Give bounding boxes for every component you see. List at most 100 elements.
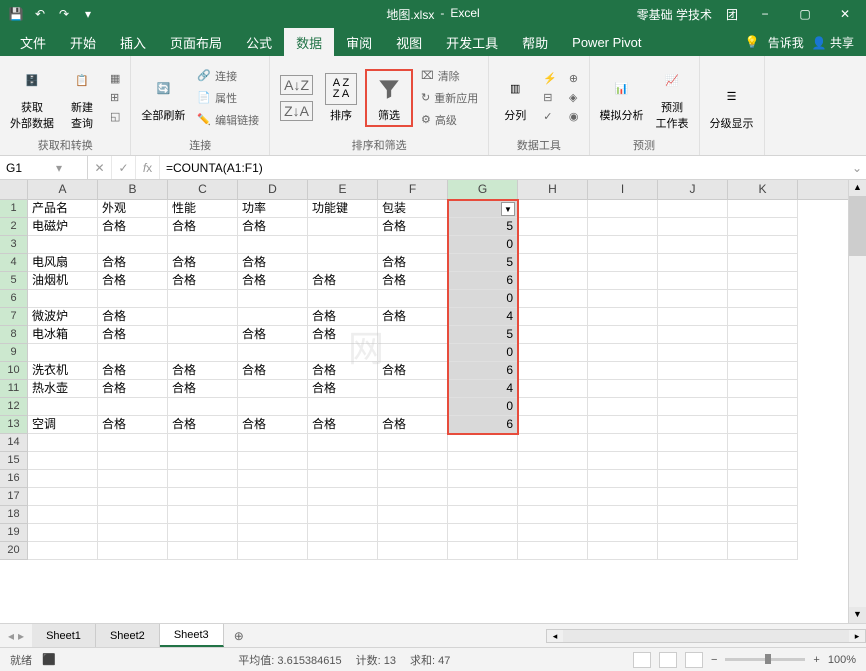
cell[interactable] [28, 236, 98, 254]
cell[interactable] [308, 488, 378, 506]
refresh-all-button[interactable]: 🔄 全部刷新 [137, 71, 189, 125]
cell[interactable] [98, 290, 168, 308]
cell[interactable] [658, 200, 728, 218]
column-header[interactable]: K [728, 180, 798, 199]
cell[interactable] [658, 524, 728, 542]
cell[interactable]: 合格 [98, 362, 168, 380]
cell[interactable] [308, 254, 378, 272]
row-header[interactable]: 1 [0, 200, 28, 218]
cell[interactable] [588, 488, 658, 506]
cell[interactable] [518, 434, 588, 452]
row-header[interactable]: 16 [0, 470, 28, 488]
cell[interactable] [658, 416, 728, 434]
select-all-button[interactable] [0, 180, 28, 199]
cell[interactable] [728, 542, 798, 560]
scroll-right-icon[interactable]: ▸ [849, 630, 865, 642]
cell[interactable] [658, 290, 728, 308]
cell-reference-input[interactable] [6, 161, 56, 175]
row-header[interactable]: 20 [0, 542, 28, 560]
cell[interactable] [728, 398, 798, 416]
cell[interactable]: 合格 [378, 254, 448, 272]
cell[interactable] [28, 434, 98, 452]
cell[interactable]: 合格 [308, 326, 378, 344]
cell[interactable] [658, 254, 728, 272]
cell[interactable] [28, 344, 98, 362]
tell-me[interactable]: 告诉我 [768, 34, 804, 51]
cell[interactable]: 合格 [168, 362, 238, 380]
cell[interactable]: 空调 [28, 416, 98, 434]
cell[interactable]: 性能 [168, 200, 238, 218]
scroll-left-icon[interactable]: ◂ [547, 630, 563, 642]
cell[interactable] [378, 344, 448, 362]
cell[interactable] [308, 290, 378, 308]
save-icon[interactable]: 💾 [8, 6, 24, 22]
cell[interactable] [378, 236, 448, 254]
cell[interactable] [728, 488, 798, 506]
cell[interactable] [378, 452, 448, 470]
sheet-tab[interactable]: Sheet3 [160, 624, 224, 647]
sort-asc-button[interactable]: A↓Z [276, 73, 317, 97]
cell[interactable] [238, 380, 308, 398]
cell[interactable] [378, 488, 448, 506]
cell[interactable] [728, 416, 798, 434]
record-macro-icon[interactable]: ⬛ [42, 653, 56, 666]
cell[interactable] [168, 434, 238, 452]
cell[interactable] [588, 362, 658, 380]
share-button[interactable]: 👤 共享 [812, 34, 854, 51]
cell[interactable] [518, 380, 588, 398]
cell[interactable] [168, 452, 238, 470]
cell[interactable] [168, 488, 238, 506]
column-header[interactable]: D [238, 180, 308, 199]
cell[interactable]: 功能键 [308, 200, 378, 218]
cell[interactable] [728, 470, 798, 488]
cell[interactable]: 合格 [378, 362, 448, 380]
cell[interactable]: 合格 [168, 218, 238, 236]
cell[interactable] [168, 524, 238, 542]
cell[interactable] [588, 380, 658, 398]
cell[interactable]: 合格 [308, 272, 378, 290]
cell[interactable]: 5 [448, 326, 518, 344]
cell[interactable] [378, 506, 448, 524]
vertical-scrollbar[interactable]: ▲ ▼ [848, 180, 866, 623]
cell[interactable]: 合格 [238, 326, 308, 344]
tab-insert[interactable]: 插入 [108, 28, 158, 56]
fx-icon[interactable]: fx [136, 156, 160, 179]
cell[interactable] [238, 470, 308, 488]
cell[interactable] [378, 470, 448, 488]
cell[interactable] [518, 308, 588, 326]
cell[interactable]: 合格 [378, 308, 448, 326]
cell[interactable] [238, 344, 308, 362]
cell[interactable] [588, 398, 658, 416]
cell[interactable] [378, 434, 448, 452]
cell[interactable] [518, 416, 588, 434]
data-validation-button[interactable]: ✓ [539, 108, 561, 125]
cell[interactable] [588, 524, 658, 542]
outline-button[interactable]: ☰ 分级显示 [706, 79, 758, 133]
cell[interactable] [728, 218, 798, 236]
cell[interactable] [238, 398, 308, 416]
row-header[interactable]: 9 [0, 344, 28, 362]
cell[interactable]: 合格 [168, 380, 238, 398]
row-header[interactable]: 11 [0, 380, 28, 398]
cell[interactable] [518, 236, 588, 254]
normal-view-button[interactable] [633, 652, 651, 668]
cell[interactable]: 合格 [98, 254, 168, 272]
cell[interactable]: 合格 [168, 416, 238, 434]
column-header[interactable]: A [28, 180, 98, 199]
cell[interactable]: 合格 [238, 272, 308, 290]
cell[interactable] [728, 200, 798, 218]
column-header[interactable]: I [588, 180, 658, 199]
cell[interactable] [238, 308, 308, 326]
cell[interactable] [658, 272, 728, 290]
tab-review[interactable]: 审阅 [334, 28, 384, 56]
cell[interactable] [588, 506, 658, 524]
prev-sheet-icon[interactable]: ◂ [8, 629, 14, 643]
cell[interactable] [658, 344, 728, 362]
cell[interactable] [658, 470, 728, 488]
cell[interactable] [98, 398, 168, 416]
cell[interactable] [518, 290, 588, 308]
cell[interactable]: 合格 [308, 380, 378, 398]
cell[interactable] [518, 542, 588, 560]
cell[interactable] [168, 326, 238, 344]
cell[interactable] [588, 272, 658, 290]
